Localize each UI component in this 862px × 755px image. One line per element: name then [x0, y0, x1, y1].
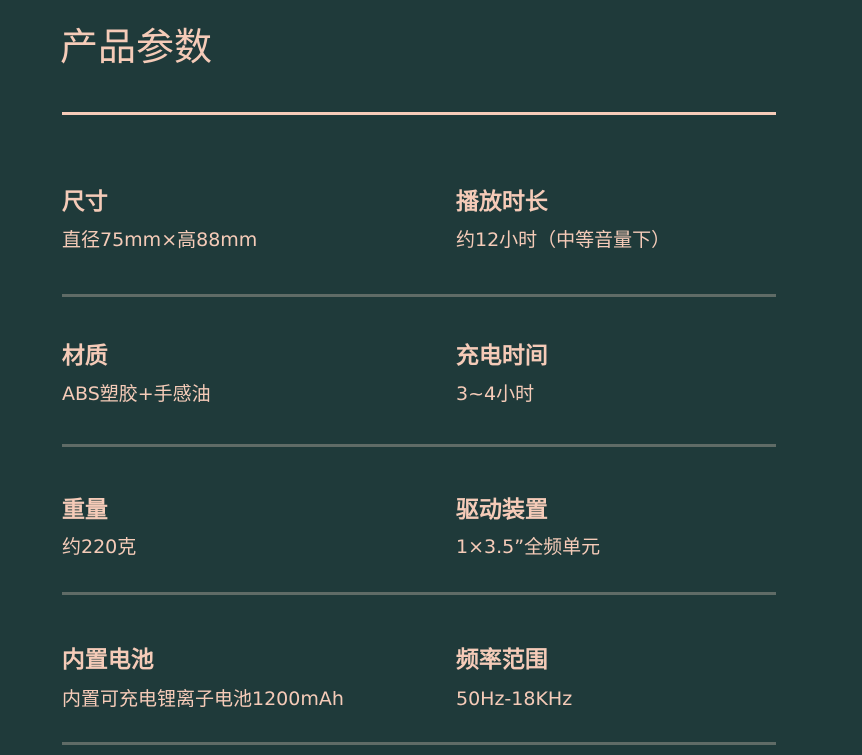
spec-label-size: 尺寸: [62, 189, 108, 215]
spec-value-battery: 内置可充电锂离子电池1200mAh: [62, 688, 344, 710]
spec-value-size: 直径75mm×高88mm: [62, 229, 258, 251]
page-title: 产品参数: [60, 25, 213, 69]
spec-value-weight: 约220克: [62, 536, 137, 558]
spec-value-charge-time: 3~4小时: [456, 383, 535, 405]
spec-label-weight: 重量: [62, 497, 108, 523]
spec-value-driver: 1×3.5”全频单元: [456, 536, 601, 558]
spec-label-frequency: 频率范围: [456, 647, 548, 673]
divider: [62, 294, 776, 297]
spec-label-material: 材质: [62, 343, 108, 369]
spec-label-playtime: 播放时长: [456, 189, 548, 215]
divider: [62, 742, 776, 745]
spec-value-material: ABS塑胶+手感油: [62, 383, 211, 405]
title-underline: [62, 112, 776, 115]
spec-value-playtime: 约12小时（中等音量下）: [456, 229, 671, 251]
divider: [62, 592, 776, 595]
spec-value-frequency: 50Hz-18KHz: [456, 688, 573, 710]
spec-label-battery: 内置电池: [62, 647, 154, 673]
divider: [62, 444, 776, 447]
spec-label-driver: 驱动装置: [456, 497, 548, 523]
spec-label-charge-time: 充电时间: [456, 343, 548, 369]
